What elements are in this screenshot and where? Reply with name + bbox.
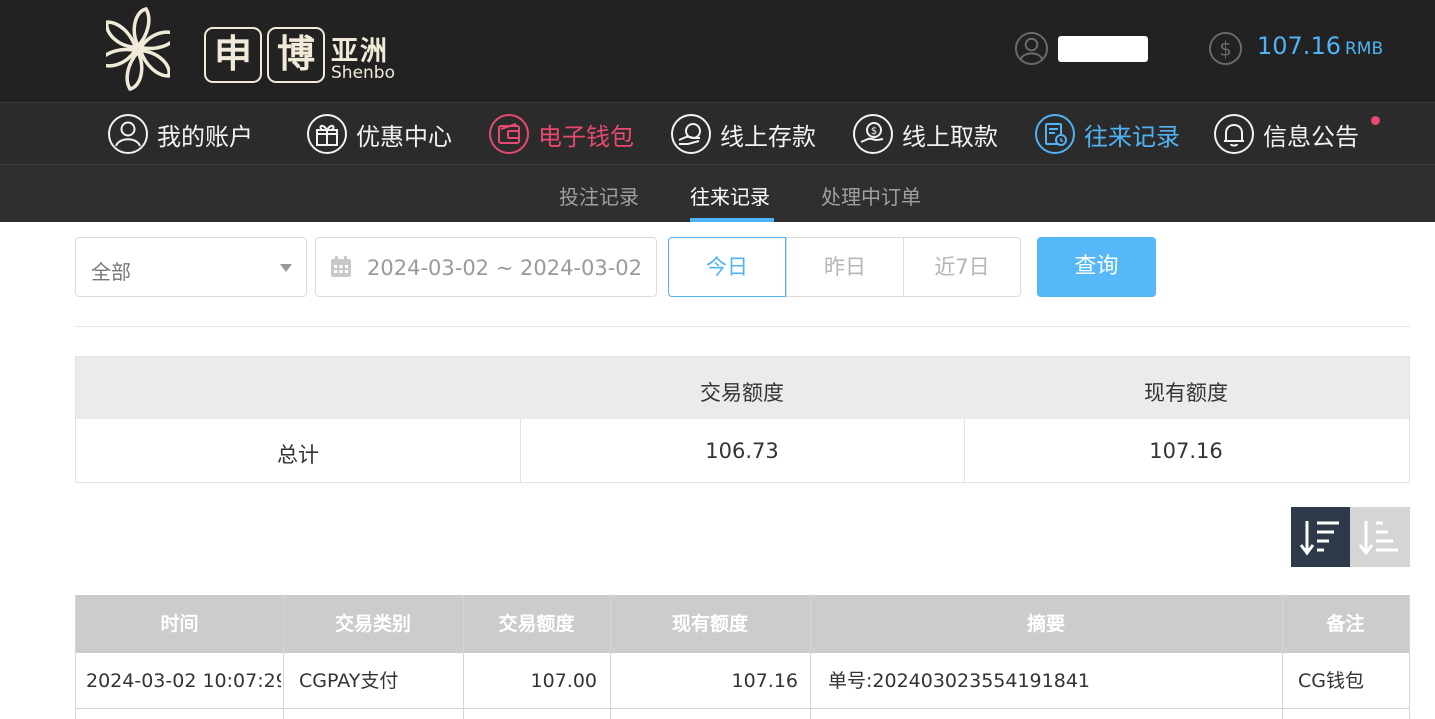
records-icon [1035,114,1075,154]
caret-down-icon [280,264,292,272]
cell-type: CGPAY支付 [299,670,399,692]
calendar-icon [331,256,351,277]
column-header-summary[interactable]: 摘要 [810,595,1282,653]
nav-my-account[interactable]: 我的账户 [107,112,253,156]
today-button[interactable]: 今日 [668,237,786,297]
account-balance: 107.16 RMB [1257,32,1383,60]
records-table: 时间 交易类别 交易额度 现有额度 摘要 备注 2024-03-02 10:07… [75,595,1410,719]
flower-logo-icon [106,7,170,91]
sort-descending-icon [1299,521,1339,556]
subnav-pending-orders[interactable]: 处理中订单 [821,181,921,210]
summary-table: 交易额度 现有额度 总计 106.73 107.16 [75,356,1410,483]
summary-col-amount: 交易额度 [700,381,784,405]
query-button[interactable]: 查询 [1037,237,1156,297]
subnav-bet-records[interactable]: 投注记录 [559,181,639,210]
column-header-balance[interactable]: 现有额度 [610,595,810,653]
logo-char-box-1: 申 [204,27,262,83]
column-header-amount[interactable]: 交易额度 [463,595,610,653]
nav-label: 往来记录 [1084,122,1180,151]
cell-amount: 107.00 [530,670,597,692]
logo-char-box-2: 博 [267,27,325,83]
row-separator [76,708,1409,709]
cell-remark: CG钱包 [1298,670,1364,692]
summary-total-balance: 107.16 [1149,439,1223,463]
column-header-remark[interactable]: 备注 [1282,595,1409,653]
date-range-value: 2024-03-02 ~ 2024-03-02 [367,256,643,280]
cell-time: 2024-03-02 10:07:29 [86,670,281,692]
top-header: 申 博 亚洲 Shenbo $ 107.16 RMB [0,0,1435,102]
sort-ascending-button[interactable] [1350,507,1410,567]
summary-total-amount: 106.73 [705,439,779,463]
last-7-days-button[interactable]: 近7日 [903,237,1021,297]
deposit-icon [671,114,711,154]
subnav-transaction-records[interactable]: 往来记录 [690,181,770,210]
date-range-picker[interactable]: 2024-03-02 ~ 2024-03-02 [315,237,657,297]
filter-divider [75,326,1410,327]
nav-label: 线上存款 [720,122,816,151]
logo-name-en: Shenbo [331,63,395,83]
column-separator [1282,595,1283,719]
main-nav: 我的账户 优惠中心 电子钱包 线上存款 $ 线上取款 往来记录 信息公告 [0,102,1435,164]
cell-summary: 单号:202403023554191841 [828,670,1090,692]
notification-dot [1371,116,1380,125]
nav-announcements[interactable]: 信息公告 [1213,112,1359,156]
nav-label: 线上取款 [902,122,998,151]
username-redacted[interactable] [1058,36,1148,62]
yesterday-button[interactable]: 昨日 [786,237,904,297]
nav-label: 信息公告 [1263,122,1359,151]
withdraw-icon: $ [853,114,893,154]
nav-e-wallet[interactable]: 电子钱包 [488,112,634,156]
column-header-type[interactable]: 交易类别 [283,595,463,653]
nav-online-deposit[interactable]: 线上存款 [670,112,816,156]
nav-label: 优惠中心 [356,122,452,151]
sort-ascending-icon [1358,521,1398,556]
user-avatar-icon[interactable] [1014,31,1049,66]
nav-online-withdraw[interactable]: $ 线上取款 [852,112,998,156]
balance-dollar-icon: $ [1208,31,1243,66]
nav-promotions[interactable]: 优惠中心 [306,112,452,156]
balance-currency: RMB [1344,39,1384,59]
active-tab-indicator [690,218,774,222]
summary-col-balance: 现有额度 [1144,381,1228,405]
gift-icon [307,114,347,154]
sort-descending-button[interactable] [1291,507,1350,567]
transaction-type-select[interactable]: 全部 [75,237,307,297]
svg-text:$: $ [871,126,877,137]
wallet-icon [489,114,529,154]
cell-balance: 107.16 [731,670,798,692]
nav-transaction-records[interactable]: 往来记录 [1034,112,1180,156]
bell-icon [1214,114,1254,154]
column-separator [283,595,284,719]
select-value: 全部 [91,260,131,284]
sub-nav: 投注记录 往来记录 处理中订单 [0,164,1435,222]
column-header-time[interactable]: 时间 [76,595,283,653]
nav-label: 我的账户 [157,122,253,151]
summary-total-label: 总计 [277,443,319,467]
user-icon [108,114,148,154]
column-separator [810,595,811,719]
svg-text:$: $ [1219,37,1231,60]
nav-label: 电子钱包 [538,122,634,151]
balance-value: 107.16 [1257,32,1341,60]
